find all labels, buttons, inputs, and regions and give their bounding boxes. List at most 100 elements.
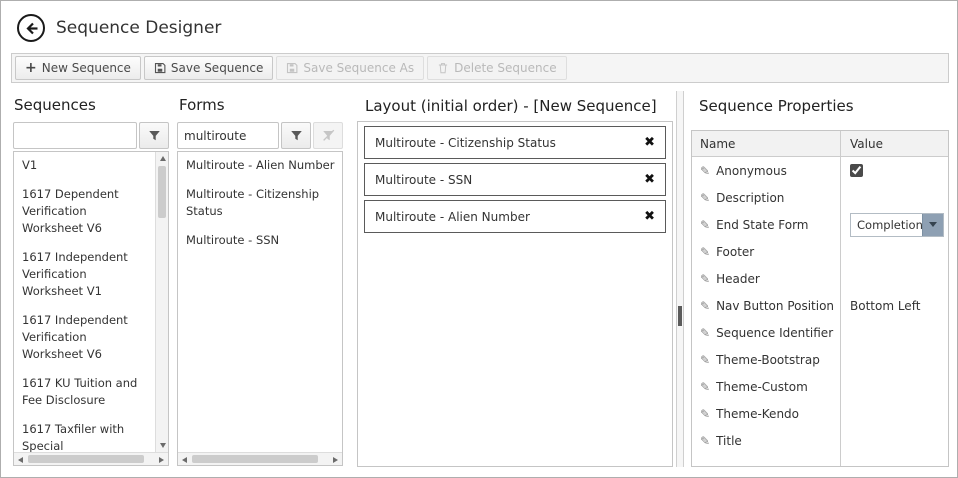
- property-row: ✎Sequence Identifier: [692, 319, 948, 346]
- property-name-cell: ✎ Header: [692, 272, 840, 286]
- panel-splitter[interactable]: [676, 91, 684, 467]
- remove-icon[interactable]: ✖: [644, 173, 655, 186]
- properties-header-row: Name Value: [692, 131, 948, 157]
- forms-search-row: [177, 122, 343, 149]
- edit-pencil-icon[interactable]: ✎: [700, 407, 710, 421]
- filter-funnel-icon: [148, 129, 161, 142]
- forms-list: Multiroute - Alien Number Multiroute - Ci…: [177, 151, 343, 466]
- properties-rows: ✎ Anonymous ✎ Description ✎End State FormCom…: [692, 157, 948, 454]
- value-column-header: Value: [840, 137, 883, 151]
- chevron-down-icon: [929, 222, 937, 227]
- sequences-filter-input[interactable]: [13, 122, 137, 149]
- forms-panel-title: Forms: [179, 96, 225, 114]
- layout-item[interactable]: Multiroute - Citizenship Status ✖: [364, 126, 666, 159]
- end-state-form-dropdown[interactable]: Completion: [850, 213, 944, 237]
- save-sequence-label: Save Sequence: [171, 61, 263, 75]
- sequence-list-item[interactable]: 1617 Dependent Verification Worksheet V6: [14, 183, 155, 240]
- arrow-right-icon: [333, 457, 338, 463]
- forms-list-items: Multiroute - Alien Number Multiroute - Ci…: [178, 152, 342, 452]
- property-name-cell: ✎ Anonymous: [692, 164, 840, 178]
- property-name: Header: [716, 272, 760, 286]
- anonymous-checkbox[interactable]: [850, 164, 863, 177]
- remove-icon[interactable]: ✖: [644, 136, 655, 149]
- edit-pencil-icon[interactable]: ✎: [700, 164, 710, 178]
- arrow-left-icon: [182, 457, 187, 463]
- property-value-cell: [840, 164, 948, 177]
- toolbar: + New Sequence Save Sequence Save Sequen…: [11, 53, 949, 83]
- scroll-right-button[interactable]: [155, 453, 168, 466]
- save-sequence-button[interactable]: Save Sequence: [144, 56, 273, 80]
- sequence-list-item[interactable]: 1617 Independent Verification Worksheet …: [14, 309, 155, 366]
- sequence-list-item[interactable]: 1617 Independent Verification Worksheet …: [14, 246, 155, 303]
- property-name-cell: ✎ Nav Button Position: [692, 299, 840, 313]
- dropdown-selected-value: Completion: [851, 214, 922, 236]
- property-name: Description: [716, 191, 784, 205]
- sequences-vertical-scrollbar[interactable]: [155, 152, 168, 452]
- sequences-horizontal-scrollbar[interactable]: [14, 452, 168, 465]
- edit-pencil-icon[interactable]: ✎: [700, 272, 710, 286]
- forms-filter-button[interactable]: [281, 122, 311, 149]
- property-name-cell: ✎ Description: [692, 191, 840, 205]
- back-button[interactable]: [17, 14, 45, 42]
- property-row: ✎ Title: [692, 427, 948, 454]
- property-row: ✎ Header: [692, 265, 948, 292]
- sequences-search-row: [13, 122, 169, 149]
- edit-pencil-icon[interactable]: ✎: [700, 380, 710, 394]
- save-icon: [154, 62, 166, 74]
- forms-clear-filter-button[interactable]: [313, 122, 343, 149]
- layout-list: Multiroute - Citizenship Status✖Multirou…: [357, 121, 673, 467]
- edit-pencil-icon[interactable]: ✎: [700, 218, 710, 232]
- property-name: Title: [716, 434, 742, 448]
- delete-sequence-button[interactable]: Delete Sequence: [427, 56, 566, 80]
- property-name: Nav Button Position: [716, 299, 834, 313]
- form-list-item[interactable]: Multiroute - SSN: [178, 229, 342, 252]
- scroll-left-button[interactable]: [14, 453, 27, 466]
- arrow-left-icon: [18, 457, 23, 463]
- horizontal-scroll-thumb[interactable]: [28, 455, 144, 463]
- property-name-cell: ✎ Title: [692, 434, 840, 448]
- property-row: ✎Footer: [692, 238, 948, 265]
- scroll-left-button[interactable]: [178, 453, 191, 466]
- forms-horizontal-scrollbar[interactable]: [178, 452, 342, 465]
- edit-pencil-icon[interactable]: ✎: [700, 434, 710, 448]
- sequence-list-item[interactable]: 1617 KU Tuition and Fee Disclosure: [14, 372, 155, 412]
- dropdown-arrow-button[interactable]: [922, 214, 943, 236]
- scroll-right-button[interactable]: [329, 453, 342, 466]
- property-name-cell: ✎Theme-Kendo: [692, 407, 840, 421]
- form-list-item[interactable]: Multiroute - Alien Number: [178, 154, 342, 177]
- sequence-list-item[interactable]: V1: [14, 154, 155, 177]
- edit-pencil-icon[interactable]: ✎: [700, 299, 710, 313]
- property-value: Bottom Left: [850, 299, 920, 313]
- layout-item-label: Multiroute - Citizenship Status: [375, 136, 556, 150]
- name-column-header: Name: [692, 137, 840, 151]
- property-name-cell: ✎Sequence Identifier: [692, 326, 840, 340]
- sequence-designer-page: Sequence Designer + New Sequence Save Se…: [0, 0, 958, 478]
- scroll-up-button[interactable]: [156, 152, 169, 165]
- sequences-filter-button[interactable]: [139, 122, 169, 149]
- scroll-down-button[interactable]: [156, 439, 169, 452]
- forms-filter-input[interactable]: [177, 122, 279, 149]
- layout-item[interactable]: Multiroute - SSN✖: [364, 163, 666, 196]
- sequences-list-items: V1 1617 Dependent Verification Worksheet …: [14, 152, 155, 452]
- edit-pencil-icon[interactable]: ✎: [700, 326, 710, 340]
- arrow-right-icon: [159, 457, 164, 463]
- properties-panel-title: Sequence Properties: [699, 97, 854, 115]
- property-row: ✎End State FormCompletion: [692, 211, 948, 238]
- save-sequence-as-label: Save Sequence As: [303, 61, 414, 75]
- property-name-cell: ✎Footer: [692, 245, 840, 259]
- form-list-item[interactable]: Multiroute - Citizenship Status: [178, 183, 342, 223]
- vertical-scroll-thumb[interactable]: [158, 166, 166, 218]
- remove-icon[interactable]: ✖: [644, 210, 655, 223]
- edit-pencil-icon[interactable]: ✎: [700, 353, 710, 367]
- edit-pencil-icon[interactable]: ✎: [700, 191, 710, 205]
- edit-pencil-icon[interactable]: ✎: [700, 245, 710, 259]
- arrow-down-icon: [160, 443, 166, 448]
- property-row: ✎ Nav Button Position Bottom Left: [692, 292, 948, 319]
- property-name: Anonymous: [716, 164, 787, 178]
- back-arrow-icon: [24, 21, 39, 36]
- sequence-list-item[interactable]: 1617 Taxfiler with Special Circumstances: [14, 418, 155, 452]
- new-sequence-button[interactable]: + New Sequence: [15, 56, 141, 80]
- layout-item[interactable]: Multiroute - Alien Number✖: [364, 200, 666, 233]
- save-sequence-as-button[interactable]: Save Sequence As: [276, 56, 424, 80]
- horizontal-scroll-thumb[interactable]: [192, 455, 318, 463]
